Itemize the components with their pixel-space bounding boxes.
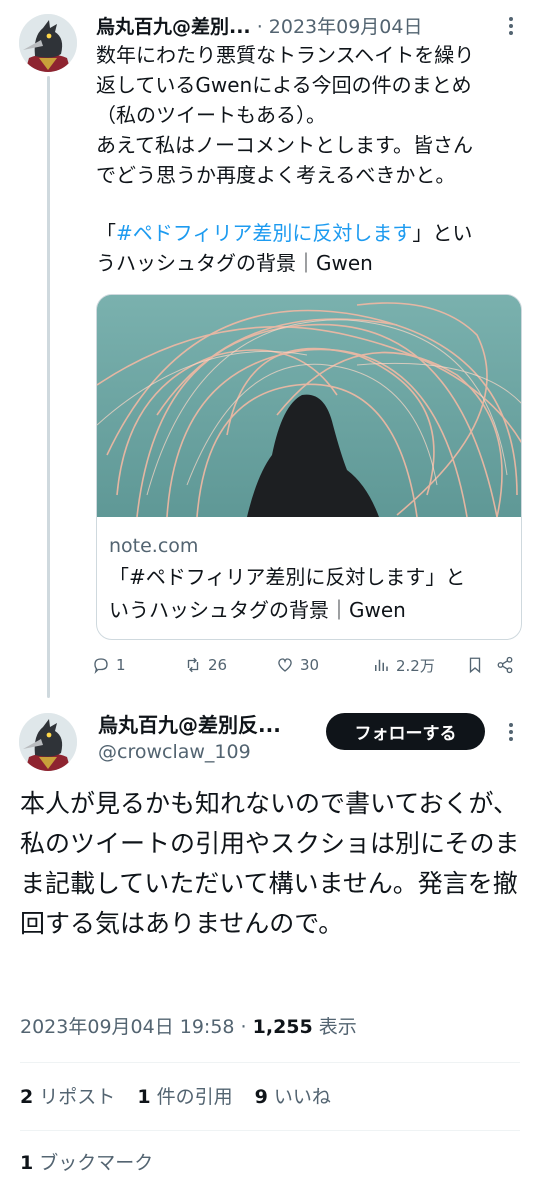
tweet-text-line: （私のツイートもある）。	[96, 103, 326, 127]
avatar[interactable]	[19, 713, 77, 771]
like-button[interactable]: 30	[276, 650, 319, 680]
tweet-text-line: 数年にわたり悪質なトランスヘイトを繰り	[96, 43, 475, 67]
tweet-text-line: 返しているGwenによる今回の件のまとめ	[96, 73, 472, 97]
repost-icon	[187, 657, 199, 673]
reposts-stat[interactable]: 2 リポスト	[20, 1086, 115, 1108]
like-count: 30	[300, 656, 320, 674]
views-label: 表示	[312, 1016, 357, 1038]
bookmarks-label: ブックマーク	[33, 1152, 154, 1174]
bookmarks-count: 1	[20, 1152, 34, 1174]
engagement-stats: 2 リポスト 1 件の引用 9 いいね	[20, 1082, 347, 1112]
tweet-timestamp-row: 2023年09月04日 19:58 · 1,255 表示	[20, 1013, 357, 1041]
likes-label: いいね	[267, 1086, 331, 1108]
more-icon[interactable]	[508, 16, 514, 40]
views-icon	[375, 659, 388, 671]
quotes-count: 1	[137, 1086, 151, 1108]
views-count: 1,255	[252, 1016, 313, 1038]
reposts-label: リポスト	[33, 1086, 116, 1108]
tweet-text: 数年にわたり悪質なトランスヘイトを繰り 返しているGwenによる今回の件のまとめ…	[96, 40, 528, 278]
author-name[interactable]: 烏丸百九@差別反...	[98, 712, 281, 738]
more-icon[interactable]	[508, 722, 514, 746]
thread-connector-line	[47, 76, 50, 698]
bookmarks-stat[interactable]: 1 ブックマーク	[20, 1148, 153, 1178]
link-card-title-line: いうハッシュタグの背景｜Gwen	[109, 598, 406, 622]
quotes-label: 件の引用	[150, 1086, 233, 1108]
link-card-title: 「#ペドフィリア差別に反対します」と いうハッシュタグの背景｜Gwen	[109, 561, 513, 627]
like-icon	[278, 658, 292, 672]
tweet-text-line: あえて私はノーコメントとします。皆さん	[96, 133, 473, 157]
author-name[interactable]: 烏丸百九@差別...	[96, 16, 251, 38]
follow-button[interactable]: フォローする	[326, 713, 485, 750]
share-button[interactable]	[496, 650, 514, 680]
likes-count: 9	[254, 1086, 268, 1108]
link-card-domain: note.com	[109, 535, 199, 557]
reply-count: 1	[116, 656, 126, 674]
views-count: 2.2万	[396, 656, 435, 675]
author-handle[interactable]: @crowclaw_109	[98, 740, 251, 764]
reposts-count: 2	[20, 1086, 34, 1108]
bookmark-icon	[469, 657, 481, 674]
quote-bracket: 「	[96, 221, 116, 245]
link-card[interactable]: note.com 「#ペドフィリア差別に反対します」と いうハッシュタグの背景｜…	[96, 294, 522, 640]
tweet-text-line: でどう思うか再度よく考えるべきかと。	[96, 163, 456, 187]
bookmark-button[interactable]	[466, 650, 484, 680]
reply-button[interactable]: 1	[92, 650, 126, 680]
share-icon	[497, 656, 513, 674]
hashtag-link[interactable]: #ペドフィリア差別に反対します	[116, 221, 412, 245]
reply-icon	[94, 658, 108, 674]
tweet-actions: 1 26 30 2.2万	[92, 650, 522, 680]
separator-dot: ·	[250, 16, 269, 38]
repost-count: 26	[208, 656, 228, 674]
quotes-stat[interactable]: 1 件の引用	[137, 1086, 232, 1108]
divider	[20, 1130, 520, 1131]
tweet-text: 本人が見るかも知れないので書いておくが、私のツイートの引用やスクショは別にそのま…	[20, 789, 520, 938]
likes-stat[interactable]: 9 いいね	[255, 1086, 331, 1108]
link-card-image	[97, 295, 521, 517]
separator-dot: ·	[234, 1016, 253, 1038]
repost-button[interactable]: 26	[184, 650, 227, 680]
link-card-title-line: 「#ペドフィリア差別に反対します」と	[109, 565, 466, 589]
views-button[interactable]: 2.2万	[372, 650, 435, 680]
avatar[interactable]	[19, 14, 77, 72]
tweet-text-fragment: 」とい	[412, 221, 473, 245]
tweet-date[interactable]: 2023年09月04日	[269, 16, 423, 38]
divider	[20, 1062, 520, 1063]
tweet-timestamp[interactable]: 2023年09月04日 19:58	[20, 1016, 235, 1038]
tweet-header: 烏丸百九@差別... · 2023年09月04日	[96, 12, 526, 42]
tweet-link-line: 「#ペドフィリア差別に反対します」とい	[96, 218, 528, 248]
tweet-link-line-2: うハッシュタグの背景｜Gwen	[96, 251, 373, 275]
